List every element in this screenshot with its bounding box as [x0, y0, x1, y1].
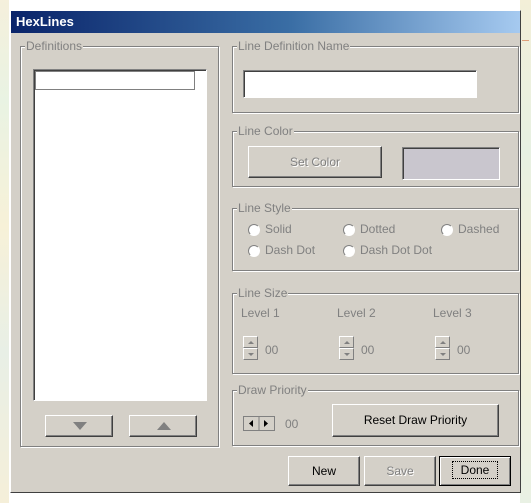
window-title: HexLines — [16, 14, 74, 29]
definitions-group: Definitions — [20, 39, 219, 447]
reset-draw-priority-button[interactable]: Reset Draw Priority — [332, 404, 499, 437]
radio-dash-dot-label: Dash Dot — [265, 243, 316, 257]
save-button[interactable]: Save — [364, 456, 436, 486]
level-3-value: 00 — [457, 343, 471, 357]
spin-up-icon — [440, 341, 446, 344]
level-1-spinner[interactable] — [243, 336, 258, 360]
definitions-legend: Definitions — [25, 39, 84, 53]
new-button[interactable]: New — [288, 456, 360, 486]
radio-dash-dot-dot-label: Dash Dot Dot — [360, 243, 433, 257]
level-3-label: Level 3 — [433, 306, 472, 320]
spin-down-icon — [248, 353, 254, 356]
radio-solid-label: Solid — [265, 222, 292, 236]
spin-down-icon — [344, 353, 350, 356]
title-bar[interactable]: HexLines — [11, 11, 520, 33]
line-definition-name-legend: Line Definition Name — [237, 39, 351, 53]
draw-priority-spinner[interactable] — [243, 416, 275, 431]
line-definition-name-input[interactable] — [243, 70, 477, 98]
draw-priority-value: 00 — [285, 417, 299, 431]
radio-dash-dot[interactable] — [248, 245, 260, 257]
level-2-spinner[interactable] — [339, 336, 354, 360]
definitions-list[interactable] — [33, 69, 207, 401]
line-style-group: Line Style Solid Dotted Dashed Dash Dot … — [232, 201, 519, 271]
definitions-list-item[interactable] — [35, 71, 195, 90]
triangle-up-icon — [157, 422, 171, 430]
spin-up-icon — [344, 341, 350, 344]
set-color-button[interactable]: Set Color — [248, 146, 382, 178]
level-3-spinner[interactable] — [435, 336, 450, 360]
background-map-left — [0, 0, 9, 503]
hexlines-dialog: HexLines Definitions Line Definition Nam… — [10, 10, 521, 493]
draw-priority-legend: Draw Priority — [237, 383, 308, 397]
line-size-group: Line Size Level 1 00 Level 2 00 Level 3 … — [232, 286, 519, 374]
spin-up-icon — [248, 341, 254, 344]
radio-dashed[interactable] — [441, 224, 453, 236]
move-down-button[interactable] — [45, 415, 113, 437]
line-size-legend: Line Size — [237, 286, 289, 300]
radio-solid[interactable] — [248, 224, 260, 236]
level-2-value: 00 — [361, 343, 375, 357]
radio-dotted[interactable] — [343, 224, 355, 236]
level-1-label: Level 1 — [241, 306, 280, 320]
line-definition-name-group: Line Definition Name — [232, 39, 519, 113]
radio-dotted-label: Dotted — [360, 222, 396, 236]
done-button[interactable]: Done — [439, 456, 511, 486]
level-2-label: Level 2 — [337, 306, 376, 320]
spin-down-icon — [440, 353, 446, 356]
triangle-down-icon — [73, 422, 87, 430]
move-up-button[interactable] — [129, 415, 197, 437]
radio-dash-dot-dot[interactable] — [343, 245, 355, 257]
line-color-legend: Line Color — [237, 124, 294, 138]
line-style-legend: Line Style — [237, 201, 292, 215]
color-swatch — [402, 147, 500, 180]
level-1-value: 00 — [265, 343, 279, 357]
done-label: Done — [451, 461, 499, 479]
left-right-arrows-icon — [249, 417, 268, 430]
radio-dashed-label: Dashed — [458, 222, 500, 236]
draw-priority-group: Draw Priority 00 Reset Draw Priority — [232, 383, 519, 446]
background-map-right — [520, 0, 531, 503]
line-color-group: Line Color Set Color — [232, 124, 519, 187]
